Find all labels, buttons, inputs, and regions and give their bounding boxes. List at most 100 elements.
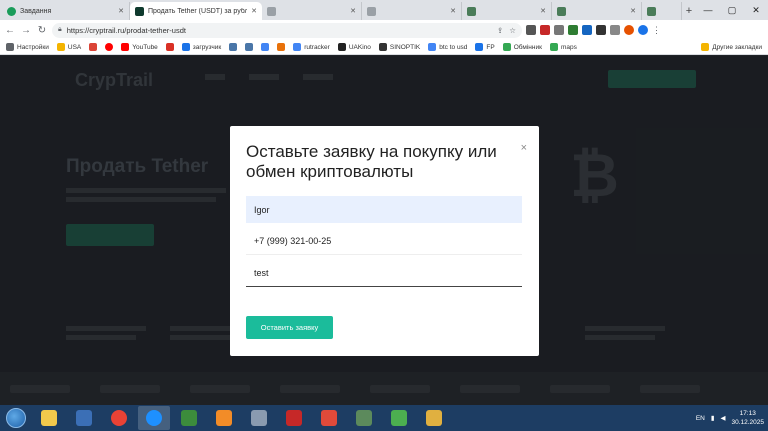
back-arrow-icon[interactable]: ← [4,23,16,37]
close-icon[interactable]: ✕ [350,7,356,15]
taskbar-app[interactable] [383,406,415,430]
bookmark-item[interactable] [89,43,98,51]
bookmark-item[interactable] [261,43,270,51]
close-icon[interactable]: ✕ [450,7,456,15]
bookmark-item[interactable] [165,43,174,51]
bookmark-item[interactable] [229,43,238,51]
folder-icon [701,43,710,51]
request-modal: Оставьте заявку на покупку или обмен кри… [230,126,539,356]
window-controls: — ▢ ✕ [696,0,768,20]
browser-toolbar: ← → ↻ 🔒︎ https://cryptrail.ru/prodat-tet… [0,20,768,40]
close-icon[interactable]: ✕ [630,7,636,15]
extension-icon[interactable] [596,25,606,35]
extension-icon[interactable] [610,25,620,35]
bookmark-item[interactable]: UAKino [337,43,371,51]
address-bar[interactable]: 🔒︎ https://cryptrail.ru/prodat-tether-us… [52,22,522,38]
bookmark-item[interactable]: загрузчик [181,43,221,51]
phone-field[interactable]: +7 (999) 321-00-25 [246,228,522,255]
bookmark-item[interactable]: Настройки [6,43,49,51]
taskbar: EN ▮ ◀ 17:13 30.12.2025 [0,405,768,431]
google-icon [261,43,270,51]
bookmark-item[interactable]: btc to usd [428,43,467,51]
extension-icon[interactable] [554,25,564,35]
gmail-icon [165,43,174,51]
tab-item[interactable]: ✕ [262,2,362,20]
bookmark-item[interactable]: FP [475,43,495,51]
tab-item[interactable]: ✕ [552,2,642,20]
yandex-icon [105,43,114,51]
avatar[interactable] [624,25,634,35]
maximize-icon[interactable]: ▢ [720,0,744,20]
taskbar-app[interactable] [278,406,310,430]
close-window-icon[interactable]: ✕ [744,0,768,20]
youtube-icon [121,43,130,51]
taskbar-app[interactable] [348,406,380,430]
taskbar-app[interactable] [68,406,100,430]
name-field[interactable]: Igor [246,196,522,223]
extension-icon[interactable] [582,25,592,35]
close-icon[interactable]: × [521,142,527,154]
extension-icon[interactable] [568,25,578,35]
bookmark-item[interactable]: maps [549,43,577,51]
bookmark-item[interactable]: SINOPTIK [378,43,420,51]
taskbar-app[interactable] [138,406,170,430]
network-icon[interactable]: ▮ [711,414,715,422]
bookmark-item[interactable]: rutracker [293,43,330,51]
taskbar-app[interactable] [418,406,450,430]
vk-icon [245,43,254,51]
bookmarks-bar: Настройки USA YouTube загрузчик rutracke… [0,40,768,55]
tab-item[interactable] [642,2,682,20]
page-icon [367,6,376,16]
taskbar-app[interactable] [173,406,205,430]
bookmark-item[interactable]: USA [56,43,81,51]
tab-item[interactable]: ✕ [362,2,462,20]
bookmark-item[interactable]: Обмінник [502,43,542,51]
word-icon [76,410,92,426]
tab-item[interactable]: ✕ [462,2,552,20]
bookmark-item[interactable] [277,43,286,51]
extension-icon[interactable] [540,25,550,35]
paint-icon [321,410,337,426]
reload-icon[interactable]: ↻ [36,23,48,37]
star-icon[interactable]: ☆ [509,26,516,35]
share-icon[interactable]: ⇪ [497,26,503,35]
menu-icon[interactable]: ⋮ [652,25,661,36]
rutracker-icon [293,43,302,51]
url-text: https://cryptrail.ru/prodat-tether-usdt [66,25,186,35]
monitor-icon [391,410,407,426]
close-icon[interactable]: ✕ [118,7,124,15]
bookmark-item[interactable]: YouTube [121,43,158,51]
taskbar-app[interactable] [243,406,275,430]
taskbar-app[interactable] [103,406,135,430]
tab-zavdannia[interactable]: Завдання ✕ [2,2,130,20]
terminal-icon [181,410,197,426]
extensions: ⋮ [526,25,661,36]
other-bookmarks[interactable]: Другие закладки [701,43,762,51]
bookmark-item[interactable] [105,43,114,51]
language-indicator[interactable]: EN [696,415,705,422]
ie-icon [146,410,162,426]
profile-icon[interactable] [638,25,648,35]
exchanger-icon [502,43,511,51]
submit-button[interactable]: Оставить заявку [246,316,333,339]
extension-icon[interactable] [526,25,536,35]
volume-icon[interactable]: ◀ [720,414,725,422]
clock[interactable]: 17:13 30.12.2025 [731,409,764,427]
forward-arrow-icon[interactable]: → [20,23,32,37]
close-icon[interactable]: ✕ [540,7,546,15]
new-tab-button[interactable]: + [682,2,696,20]
start-button[interactable] [2,406,30,430]
bookmark-item[interactable] [245,43,254,51]
tab-cryptrail[interactable]: Продать Tether (USDT) за рубли ✕ [130,2,262,20]
cryptrail-icon [135,6,144,16]
vk-icon [229,43,238,51]
f-icon [277,43,286,51]
taskbar-app[interactable] [33,406,65,430]
close-icon[interactable]: ✕ [251,7,257,15]
clock-time: 17:13 [739,410,756,417]
taskbar-app[interactable] [313,406,345,430]
comment-field[interactable]: test [246,260,522,287]
taskbar-app[interactable] [208,406,240,430]
minimize-icon[interactable]: — [696,0,720,20]
explorer-icon [41,410,57,426]
